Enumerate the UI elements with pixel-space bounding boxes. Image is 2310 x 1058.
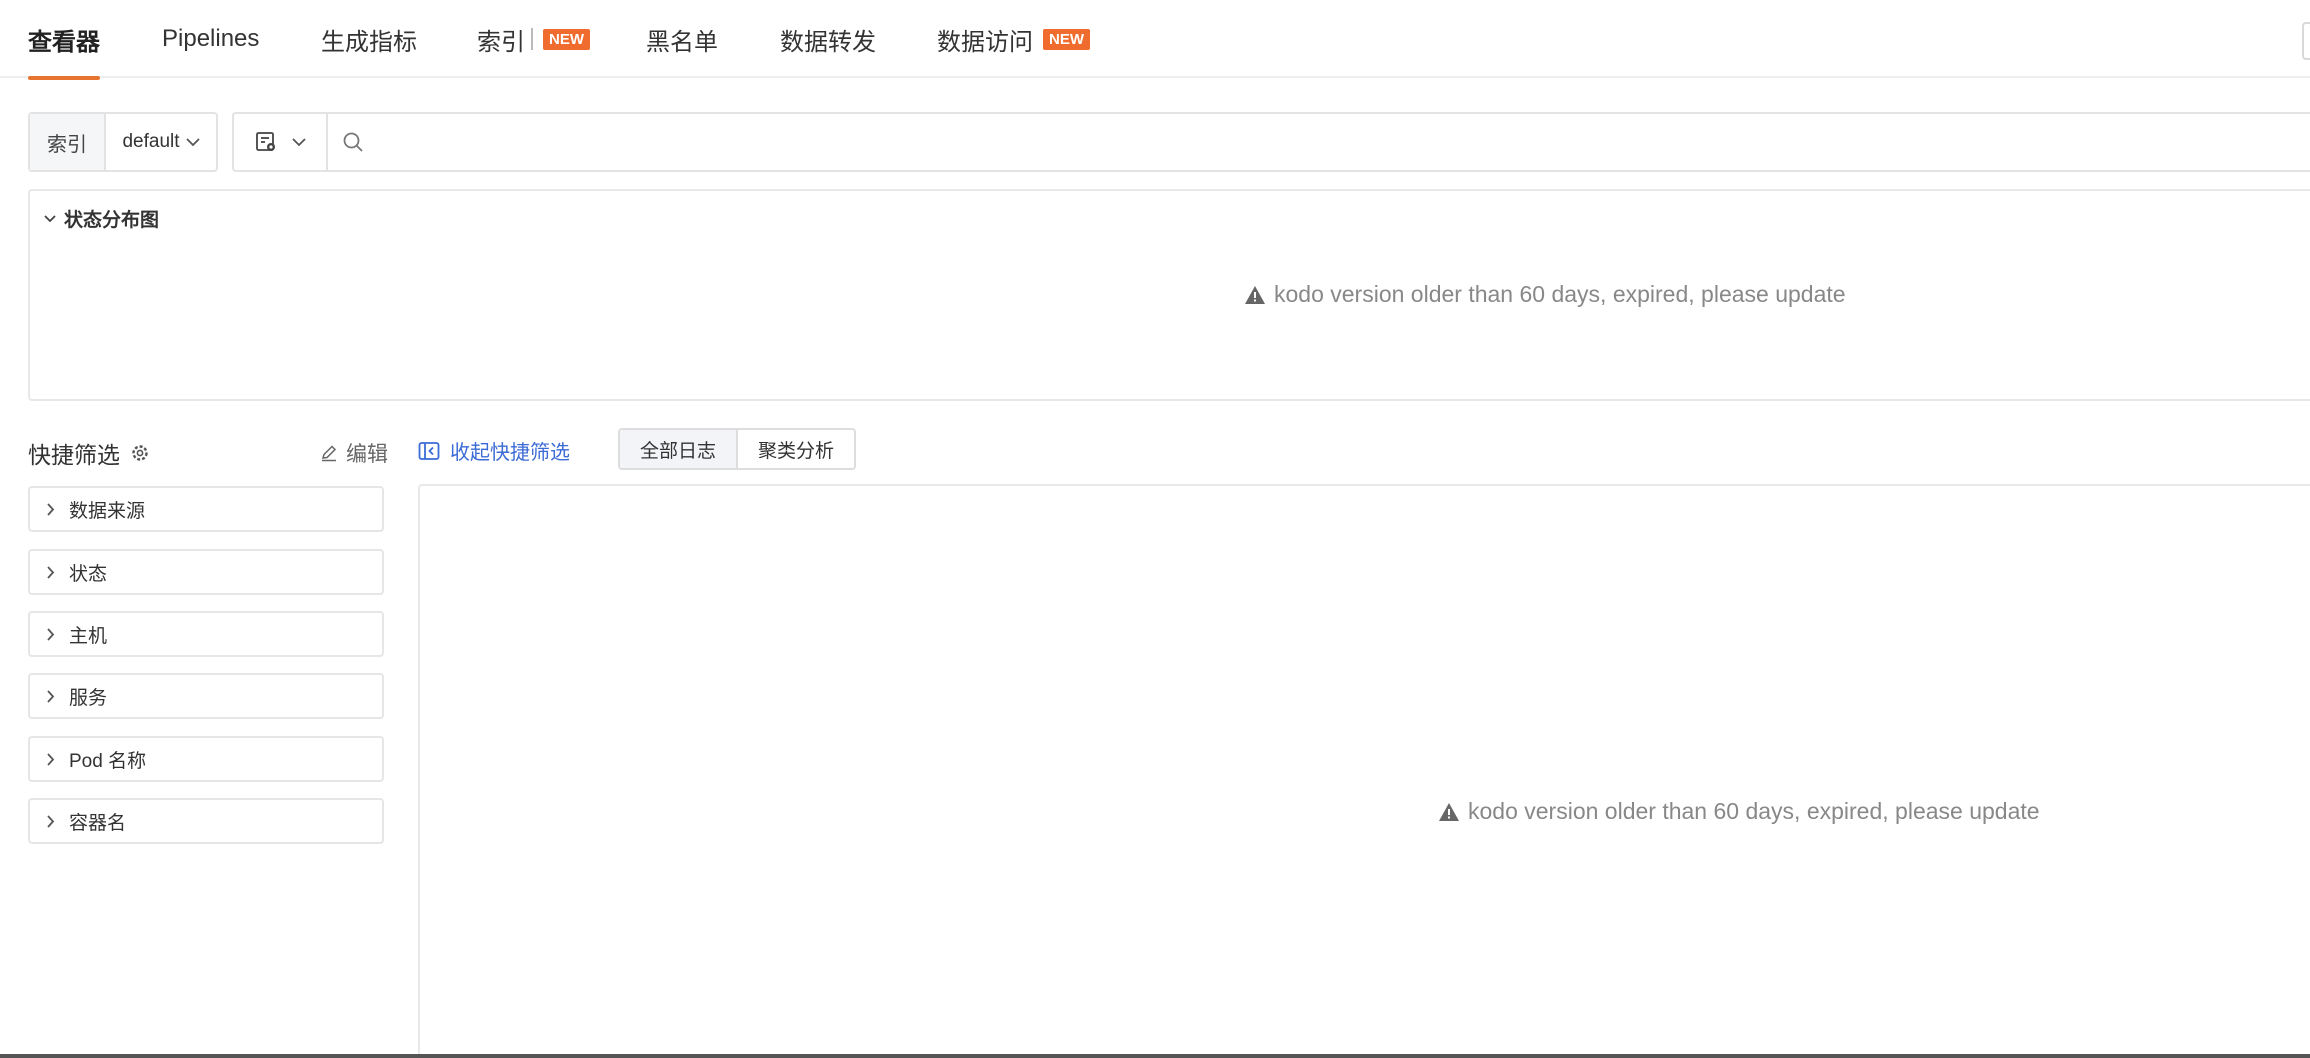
index-label: 索引 — [30, 114, 106, 170]
query-mode-icon — [254, 130, 278, 154]
tab-index[interactable]: 索引 NEW — [477, 0, 590, 78]
search-bar — [232, 112, 2310, 172]
view-toggle: 全部日志 聚类分析 — [618, 428, 857, 470]
window-bottom-border — [0, 1054, 2310, 1058]
tab-label: 查看器 — [28, 28, 100, 56]
quick-filter-item-label: 容器名 — [69, 812, 127, 834]
chevron-right-icon — [46, 814, 55, 828]
warning-icon — [1438, 802, 1460, 822]
status-panel-toggle[interactable]: 状态分布图 — [44, 205, 159, 232]
quick-filter-item-pod-name[interactable]: Pod 名称 — [28, 736, 384, 782]
view-cluster-analysis-button[interactable]: 聚类分析 — [736, 430, 855, 468]
collapse-panel-icon — [418, 441, 440, 461]
tab-viewer[interactable]: 查看器 — [28, 0, 100, 80]
quick-filter-item-label: 数据来源 — [69, 500, 146, 522]
view-all-logs-button[interactable]: 全部日志 — [620, 430, 737, 468]
chevron-down-icon — [44, 214, 56, 223]
status-panel-title: 状态分布图 — [64, 210, 160, 231]
tab-separator — [531, 28, 533, 50]
chevron-right-icon — [46, 689, 55, 703]
quick-filter-item-label: 服务 — [69, 687, 108, 709]
index-selector: 索引 default — [28, 112, 218, 172]
tab-blacklist[interactable]: 黑名单 — [646, 0, 718, 78]
chevron-right-icon — [46, 752, 55, 766]
log-list-panel: kodo version older than 60 days, expired… — [418, 484, 2310, 1058]
chevron-down-icon — [185, 137, 200, 147]
quick-filter-title-group: 快捷筛选 — [28, 436, 150, 470]
tab-label: 黑名单 — [646, 28, 718, 56]
quick-filter-header: 快捷筛选 编辑 — [28, 436, 388, 468]
search-icon — [342, 131, 364, 153]
search-mode-dropdown[interactable] — [234, 114, 328, 170]
chevron-right-icon — [46, 565, 55, 579]
collapse-quick-filter-button[interactable]: 收起快捷筛选 — [418, 436, 570, 465]
edit-icon — [320, 444, 338, 462]
warning-message: kodo version older than 60 days, expired… — [1274, 281, 1846, 307]
collapse-label: 收起快捷筛选 — [450, 442, 570, 464]
quick-filter-item-host[interactable]: 主机 — [28, 611, 384, 657]
search-input[interactable] — [376, 114, 2310, 170]
tab-label: 生成指标 — [321, 28, 417, 56]
toolbar-button-edge[interactable] — [2302, 22, 2310, 60]
quick-filter-title: 快捷筛选 — [28, 442, 120, 468]
tab-pipelines[interactable]: Pipelines — [162, 0, 259, 78]
warning-message: kodo version older than 60 days, expired… — [1468, 798, 2040, 824]
chevron-right-icon — [46, 627, 55, 641]
tab-label: 数据访问 — [937, 28, 1033, 56]
quick-filter-item-data-source[interactable]: 数据来源 — [28, 486, 384, 532]
tab-label: 索引 — [477, 28, 525, 56]
edit-label: 编辑 — [346, 443, 388, 466]
quick-filter-item-label: 主机 — [69, 625, 108, 647]
quick-filter-item-status[interactable]: 状态 — [28, 549, 384, 595]
gear-icon[interactable] — [130, 443, 150, 463]
quick-filter-item-label: 状态 — [69, 563, 108, 585]
tab-data-access[interactable]: 数据访问 NEW — [937, 0, 1090, 78]
log-panel-warning: kodo version older than 60 days, expired… — [1438, 798, 2040, 825]
log-viewer-app: 查看器 Pipelines 生成指标 索引 NEW 黑名单 数据转发 数据访问 … — [0, 0, 2310, 1058]
quick-filter-item-container-name[interactable]: 容器名 — [28, 798, 384, 844]
new-badge: NEW — [543, 28, 590, 50]
index-value: default — [122, 131, 180, 152]
tab-label: Pipelines — [162, 25, 260, 52]
tab-label: 数据转发 — [780, 28, 876, 56]
new-badge: NEW — [1043, 28, 1090, 50]
chevron-right-icon — [46, 502, 55, 516]
top-tab-bar: 查看器 Pipelines 生成指标 索引 NEW 黑名单 数据转发 数据访问 … — [0, 0, 2310, 80]
tab-data-forwarding[interactable]: 数据转发 — [780, 0, 876, 78]
quick-filter-item-service[interactable]: 服务 — [28, 673, 384, 719]
chevron-down-icon — [292, 137, 306, 147]
search-input-wrap — [328, 114, 2310, 170]
warning-icon — [1244, 285, 1266, 305]
quick-filter-edit-button[interactable]: 编辑 — [320, 438, 388, 468]
status-panel-warning: kodo version older than 60 days, expired… — [1244, 281, 1846, 308]
tab-generate-metrics[interactable]: 生成指标 — [321, 0, 417, 78]
status-distribution-panel: 状态分布图 kodo version older than 60 days, e… — [28, 189, 2310, 401]
index-dropdown[interactable]: default — [106, 114, 216, 170]
quick-filter-item-label: Pod 名称 — [69, 750, 147, 772]
